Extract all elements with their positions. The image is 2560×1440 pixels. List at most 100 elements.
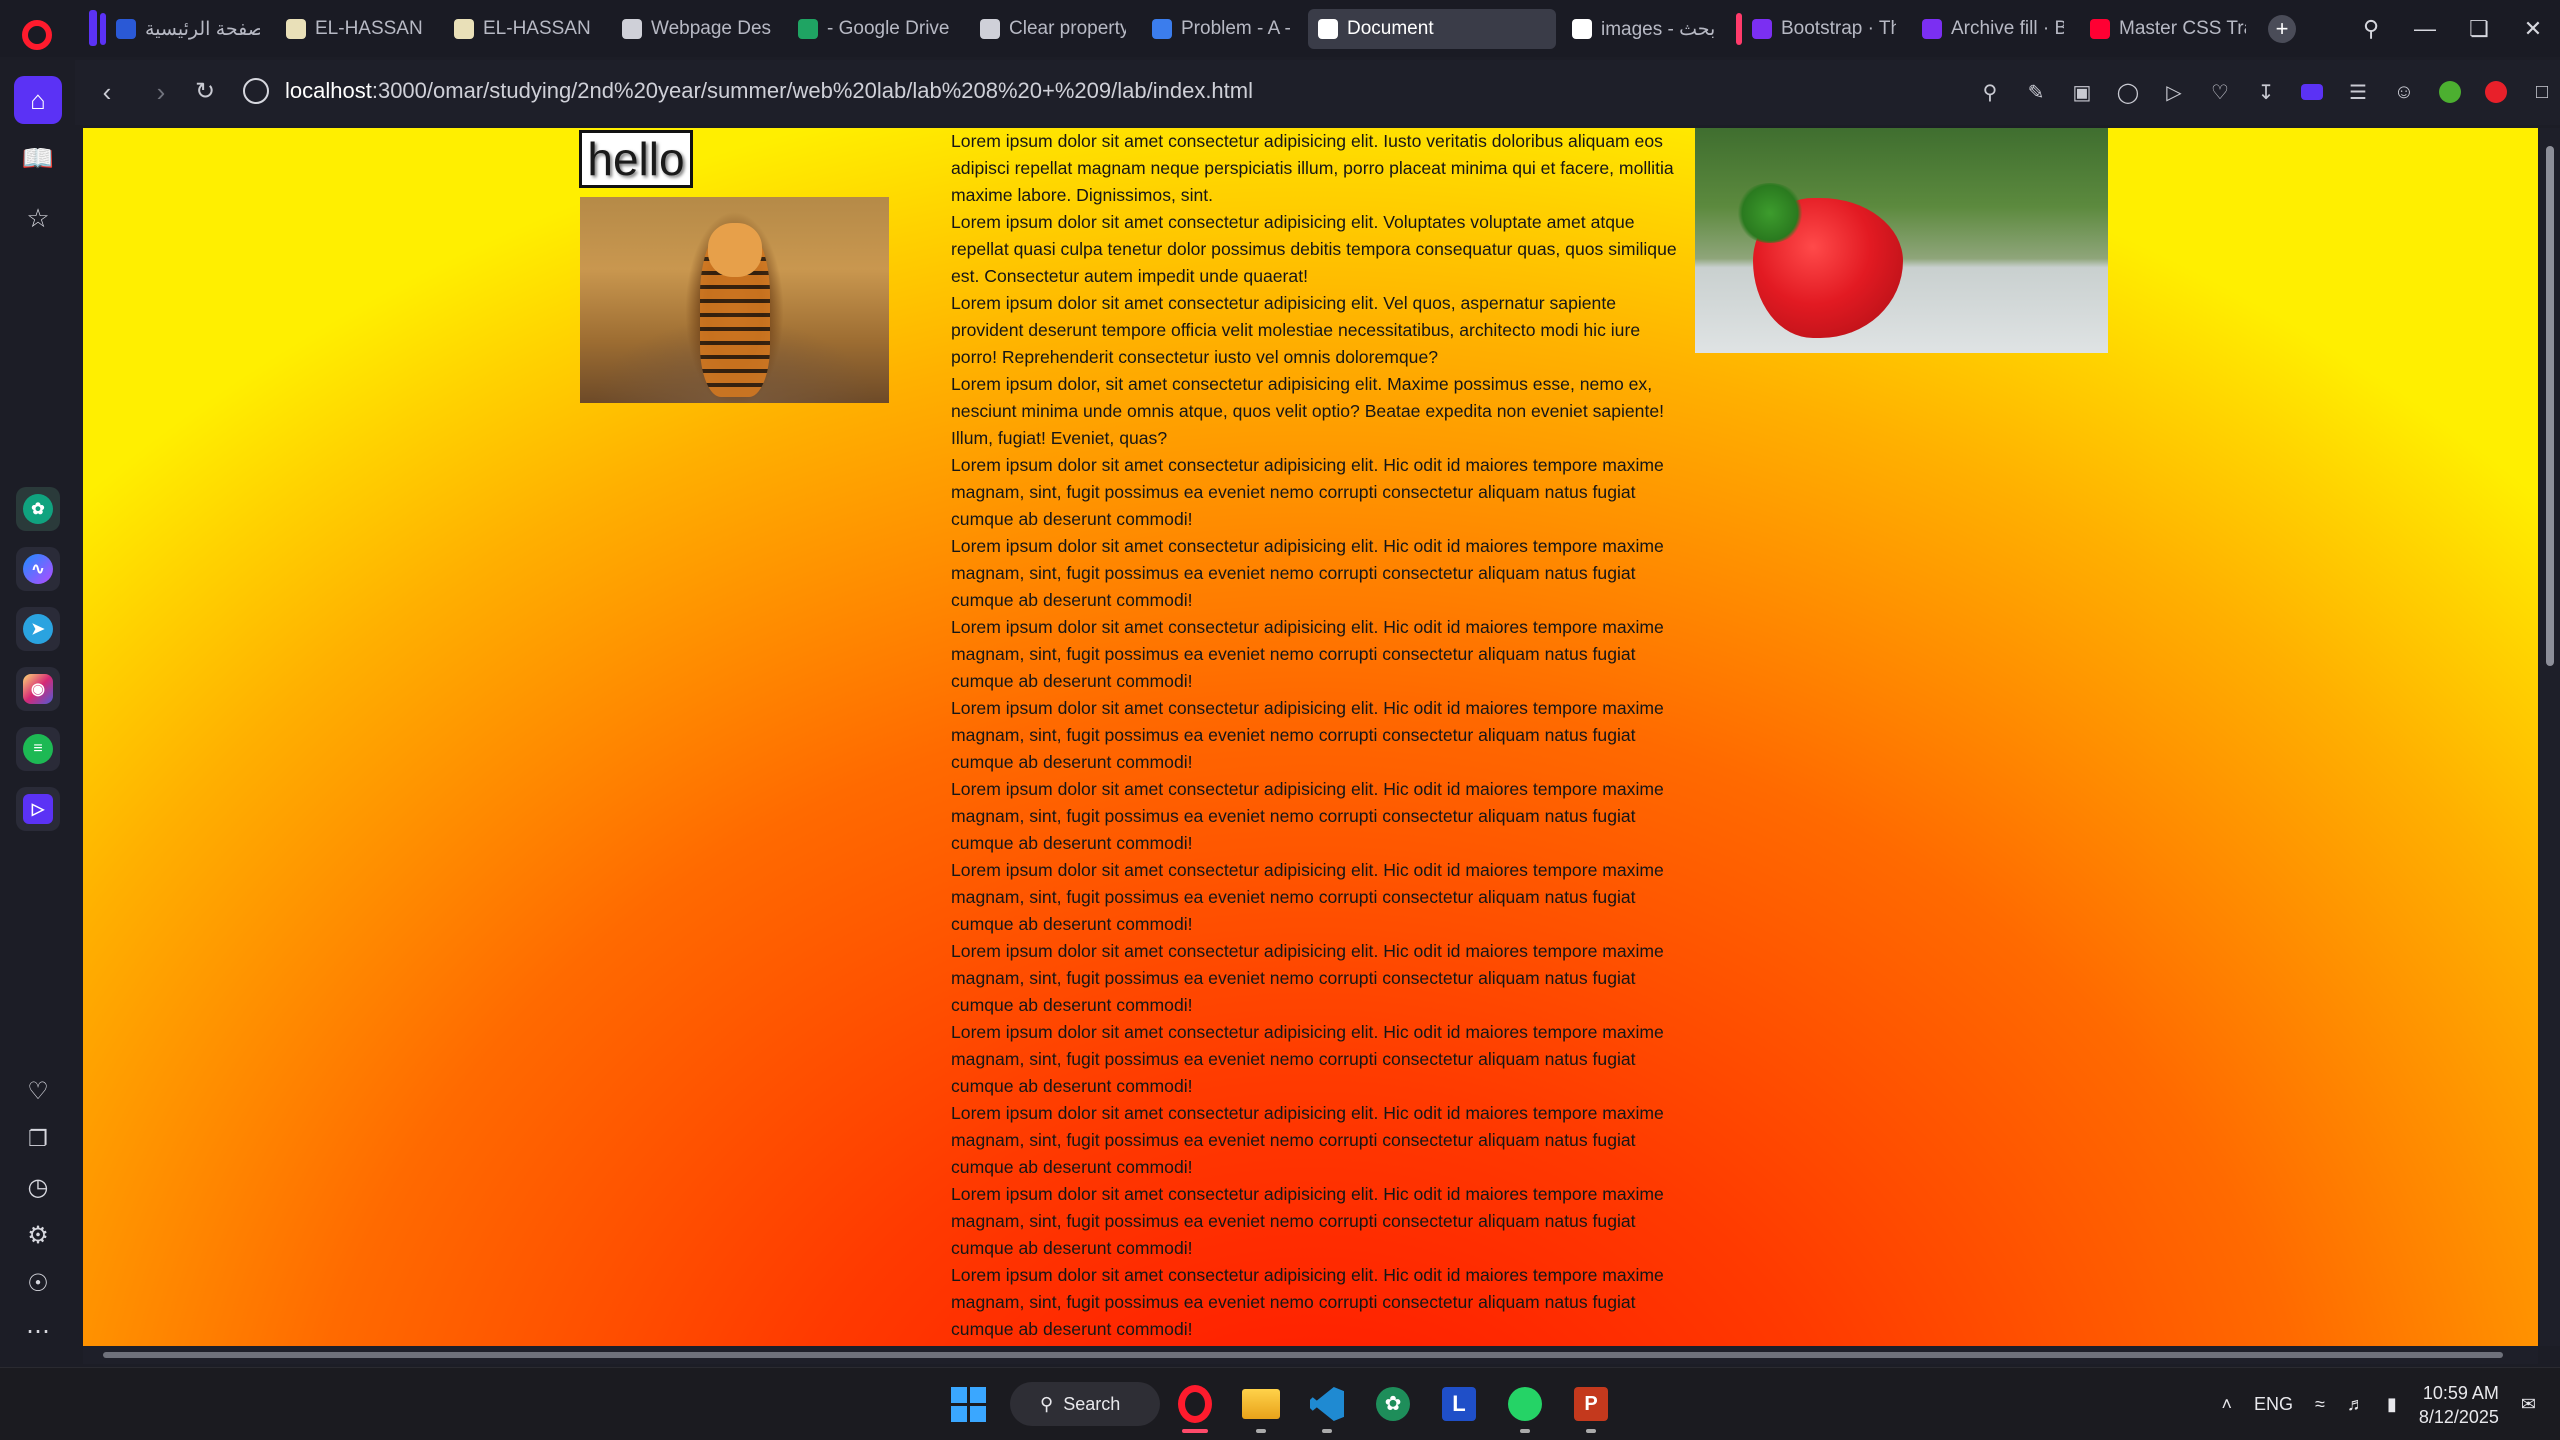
spotify-icon[interactable]: ≡ [16,727,60,771]
tab-label: Archive fill · Boo [1951,18,2064,39]
lorem-text-column: Lorem ipsum dolor sit amet consectetur a… [951,128,1688,1343]
new-tab-plus-icon[interactable]: + [2268,15,2296,43]
lorem-paragraph: Lorem ipsum dolor sit amet consectetur a… [951,1184,1664,1258]
taskbar-search[interactable]: ⚲ Search [1010,1382,1160,1426]
whatsapp-icon[interactable] [1502,1381,1548,1433]
hello-text: hello [587,133,685,185]
tab-8[interactable]: Document [1308,9,1556,49]
close-button[interactable]: ✕ [2506,0,2560,57]
tab-11[interactable]: Archive fill · Boo [1912,9,2074,49]
tab-7[interactable]: Problem - A - C [1142,9,1302,49]
start-button[interactable] [945,1381,991,1427]
forward-button[interactable]: › [143,74,179,110]
tab-6[interactable]: Clear property [970,9,1136,49]
tab-label: EL-HASSAN LIB [315,18,428,39]
volume-icon[interactable]: ♬ [2347,1394,2365,1415]
favorite-heart-icon[interactable]: ♡ [2202,74,2238,110]
instagram-icon[interactable]: ◉ [16,667,60,711]
easy-setup-icon[interactable]: ☰ [2340,74,2376,110]
profile-icon[interactable]: ☺ [2386,74,2422,110]
tab-5[interactable]: - Google Drive [788,9,964,49]
home-icon[interactable]: ⌂ [14,76,62,124]
vscode-icon[interactable] [1304,1381,1350,1433]
page-search-icon[interactable]: ⚲ [1972,74,2008,110]
snapshot-icon[interactable]: ▣ [2064,74,2100,110]
more-icon[interactable]: ⋯ [14,1307,62,1355]
tray-overflow-chevron-icon[interactable]: ˄ [2222,1394,2233,1415]
opera-taskbar-icon[interactable] [1172,1381,1218,1433]
tab-2[interactable]: EL-HASSAN LIB [276,9,438,49]
back-button[interactable]: ‹ [89,74,125,110]
address-bar: ‹ › ↻ localhost:3000/omar/studying/2nd%2… [75,60,2560,125]
system-tray: ˄ ENG ≈ ♬ ▮ 10:59 AM 8/12/2025 ✉ [2222,1368,2560,1440]
horizontal-scrollbar[interactable] [83,1346,2538,1364]
globe-icon [1318,19,1338,39]
lorem-paragraph: Lorem ipsum dolor sit amet consectetur a… [951,1103,1664,1177]
tab-group-marker [1736,13,1742,45]
tab-12[interactable]: Master CSS Tran [2080,9,2256,49]
extension-red-icon[interactable] [2478,74,2514,110]
opera-logo-icon[interactable] [22,20,52,50]
horizontal-scroll-thumb[interactable] [103,1352,2503,1358]
k-icon [286,19,306,39]
lorem-paragraph: Lorem ipsum dolor sit amet consectetur a… [951,293,1641,367]
play-icon[interactable]: ▷ [2156,74,2192,110]
notification-bell-icon[interactable]: ✉ [2521,1394,2536,1415]
lorem-paragraph: Lorem ipsum dolor sit amet consectetur a… [951,617,1664,691]
file-explorer-icon[interactable] [1238,1381,1284,1433]
tab-9[interactable]: images - بحث G [1562,9,1730,49]
site-icon [116,19,136,39]
messenger-icon[interactable]: ∿ [16,547,60,591]
lorem-paragraph: Lorem ipsum dolor sit amet consectetur a… [951,131,1674,205]
drive-icon [798,19,818,39]
lorem-paragraph: Lorem ipsum dolor sit amet consectetur a… [951,779,1664,853]
window-controls: ⚲ — ❏ ✕ [2344,0,2560,57]
openai-icon [980,19,1000,39]
wifi-icon[interactable]: ≈ [2315,1394,2325,1415]
tab-label: Bootstrap · The [1781,18,1896,39]
telegram-icon[interactable]: ➤ [16,607,60,651]
settings-gear-icon[interactable]: ⚙ [14,1211,62,1259]
tab-1[interactable]: الصفحة الرئيسية [100,9,270,49]
tips-bulb-icon[interactable]: ☉ [14,1259,62,1307]
bootstrap-icon [1752,19,1772,39]
extension-green-icon[interactable] [2432,74,2468,110]
tabs-icon[interactable]: ❐ [14,1115,62,1163]
powerpoint-icon[interactable]: P [1568,1381,1614,1433]
reload-button[interactable]: ↻ [187,74,223,110]
downloads-icon[interactable]: ↧ [2248,74,2284,110]
pinboard-star-icon[interactable]: ☆ [14,194,62,242]
vpn-icon[interactable] [2294,74,2330,110]
player-icon[interactable]: ▷ [16,787,60,831]
windows-logo-icon [950,1386,986,1422]
tab-10[interactable]: Bootstrap · The [1736,9,1906,49]
vertical-scroll-thumb[interactable] [2546,146,2554,666]
tab-label: - Google Drive [827,18,950,39]
vertical-scrollbar[interactable] [2540,128,2560,1346]
minimize-button[interactable]: — [2398,0,2452,57]
l-app-icon[interactable]: L [1436,1381,1482,1427]
favorites-heart-icon[interactable]: ♡ [14,1067,62,1115]
chatgpt-taskbar-icon[interactable]: ✿ [1370,1381,1416,1427]
restore-button[interactable]: ❏ [2452,0,2506,57]
tab-3[interactable]: EL-HASSAN LIB [444,9,606,49]
extensions-cube-icon[interactable]: □ [2524,74,2560,110]
language-indicator[interactable]: ENG [2254,1394,2293,1415]
globe-icon [622,19,642,39]
url-path: :3000/omar/studying/2nd%20year/summer/we… [371,78,1253,103]
reading-list-icon[interactable]: 📖 [14,134,62,182]
clock[interactable]: 10:59 AM 8/12/2025 [2419,1381,2499,1429]
lorem-paragraph: Lorem ipsum dolor sit amet consectetur a… [951,698,1664,772]
chatgpt-icon[interactable]: ✿ [16,487,60,531]
clock-time: 10:59 AM [2422,1382,2499,1403]
history-clock-icon[interactable]: ◷ [14,1163,62,1211]
adblock-shield-icon[interactable]: ◯ [2110,74,2146,110]
battery-icon[interactable]: ▮ [2387,1394,2397,1415]
lorem-paragraph: Lorem ipsum dolor sit amet consectetur a… [951,1265,1664,1339]
site-info-icon[interactable] [243,78,269,104]
url-field[interactable]: localhost:3000/omar/studying/2nd%20year/… [285,78,1253,104]
edit-icon[interactable]: ✎ [2018,74,2054,110]
tab-4[interactable]: Webpage Desig [612,9,782,49]
tab-strip: الصفحة الرئيسية EL-HASSAN LIB EL-HASSAN LI… [100,9,2296,49]
tab-search-icon[interactable]: ⚲ [2344,0,2398,57]
